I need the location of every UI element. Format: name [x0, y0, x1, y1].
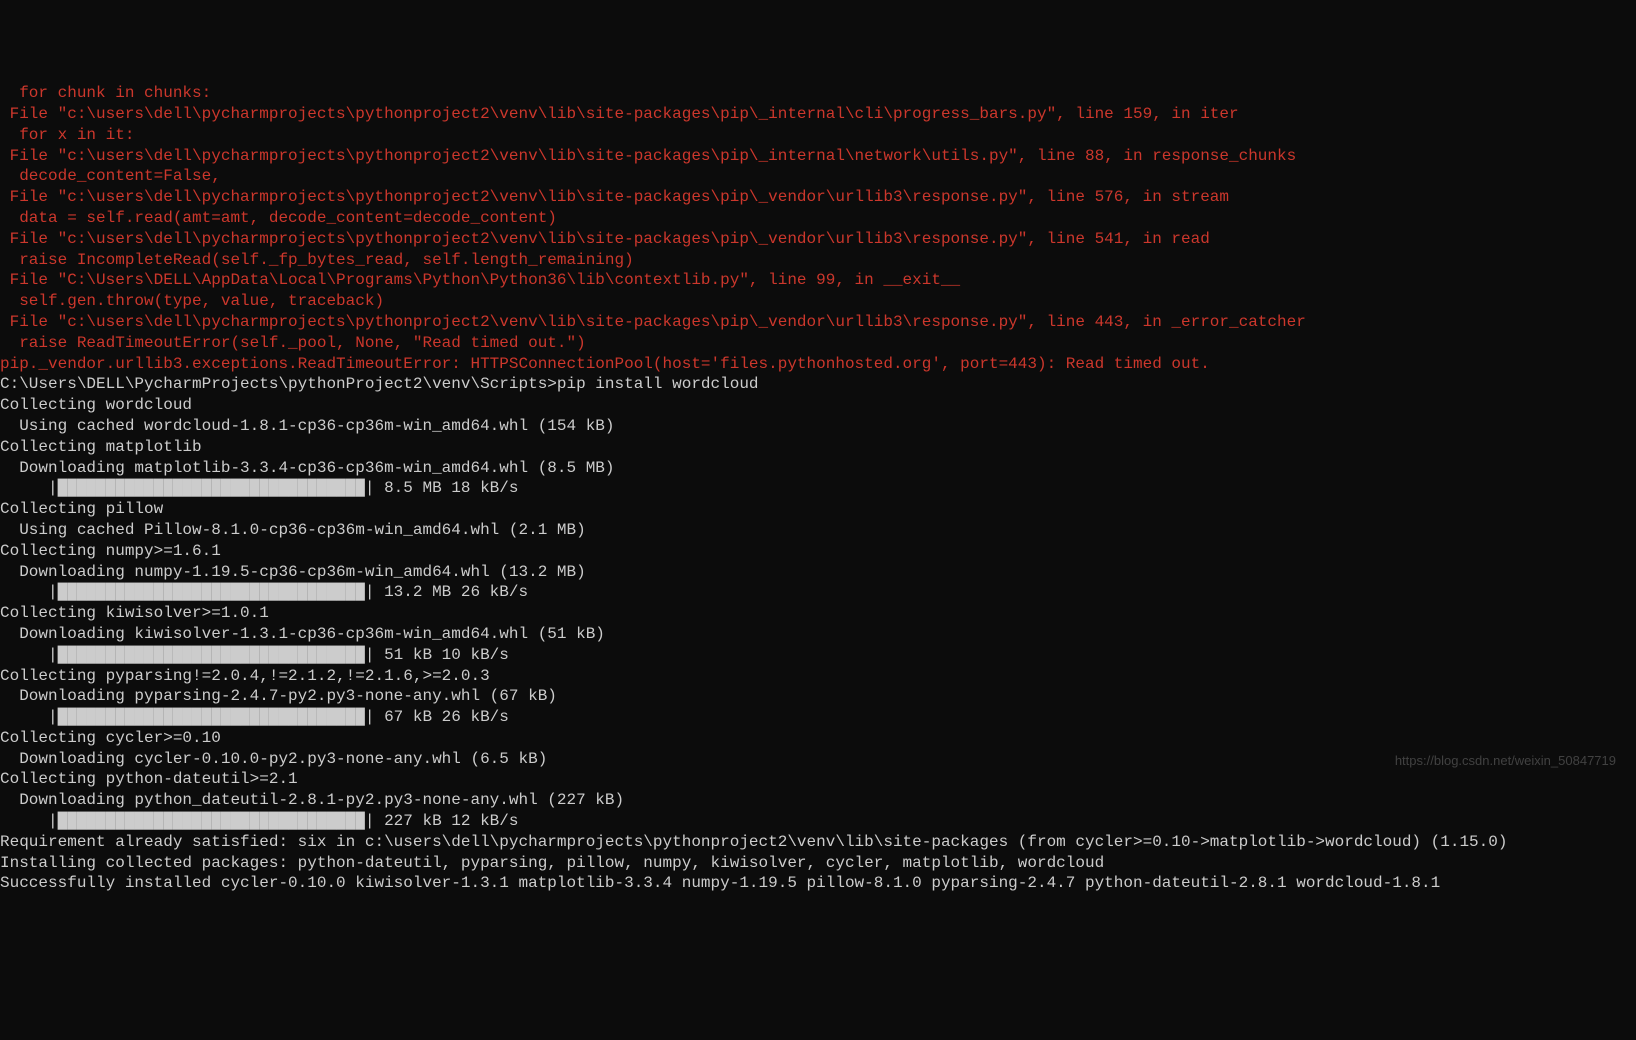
traceback-line: File "c:\users\dell\pycharmprojects\pyth… — [0, 146, 1636, 167]
traceback-line: self.gen.throw(type, value, traceback) — [0, 291, 1636, 312]
traceback-line: File "c:\users\dell\pycharmprojects\pyth… — [0, 312, 1636, 333]
pip-output-line: |████████████████████████████████| 67 kB… — [0, 707, 1636, 728]
pip-output-line: Collecting cycler>=0.10 — [0, 728, 1636, 749]
traceback-line: data = self.read(amt=amt, decode_content… — [0, 208, 1636, 229]
pip-output-line: Downloading kiwisolver-1.3.1-cp36-cp36m-… — [0, 624, 1636, 645]
pip-output-line: Collecting numpy>=1.6.1 — [0, 541, 1636, 562]
pip-output-line: Using cached Pillow-8.1.0-cp36-cp36m-win… — [0, 520, 1636, 541]
pip-output-line: Downloading matplotlib-3.3.4-cp36-cp36m-… — [0, 458, 1636, 479]
command-prompt-line: C:\Users\DELL\PycharmProjects\pythonProj… — [0, 374, 1636, 395]
traceback-line: pip._vendor.urllib3.exceptions.ReadTimeo… — [0, 354, 1636, 375]
traceback-line: File "c:\users\dell\pycharmprojects\pyth… — [0, 104, 1636, 125]
terminal-output: for chunk in chunks: File "c:\users\dell… — [0, 83, 1636, 894]
pip-output-line: |████████████████████████████████| 227 k… — [0, 811, 1636, 832]
traceback-line: raise ReadTimeoutError(self._pool, None,… — [0, 333, 1636, 354]
pip-output-line: |████████████████████████████████| 8.5 M… — [0, 478, 1636, 499]
pip-output-line: Successfully installed cycler-0.10.0 kiw… — [0, 873, 1636, 894]
traceback-line: decode_content=False, — [0, 166, 1636, 187]
pip-output-line: Downloading pyparsing-2.4.7-py2.py3-none… — [0, 686, 1636, 707]
pip-output-line: Using cached wordcloud-1.8.1-cp36-cp36m-… — [0, 416, 1636, 437]
traceback-line: File "C:\Users\DELL\AppData\Local\Progra… — [0, 270, 1636, 291]
pip-output-line: Downloading numpy-1.19.5-cp36-cp36m-win_… — [0, 562, 1636, 583]
pip-output-line: Collecting wordcloud — [0, 395, 1636, 416]
pip-output-line: Collecting pyparsing!=2.0.4,!=2.1.2,!=2.… — [0, 666, 1636, 687]
pip-output-line: Collecting pillow — [0, 499, 1636, 520]
traceback-line: raise IncompleteRead(self._fp_bytes_read… — [0, 250, 1636, 271]
traceback-line: File "c:\users\dell\pycharmprojects\pyth… — [0, 229, 1636, 250]
pip-output-line: Installing collected packages: python-da… — [0, 853, 1636, 874]
pip-output-line: |████████████████████████████████| 51 kB… — [0, 645, 1636, 666]
pip-output-line: Downloading cycler-0.10.0-py2.py3-none-a… — [0, 749, 1636, 770]
watermark-text: https://blog.csdn.net/weixin_50847719 — [1395, 753, 1616, 770]
traceback-line: for chunk in chunks: — [0, 83, 1636, 104]
traceback-line: for x in it: — [0, 125, 1636, 146]
pip-output-line: Requirement already satisfied: six in c:… — [0, 832, 1636, 853]
pip-output-line: Collecting matplotlib — [0, 437, 1636, 458]
pip-output-line: Collecting kiwisolver>=1.0.1 — [0, 603, 1636, 624]
pip-output-line: |████████████████████████████████| 13.2 … — [0, 582, 1636, 603]
traceback-line: File "c:\users\dell\pycharmprojects\pyth… — [0, 187, 1636, 208]
pip-output-line: Collecting python-dateutil>=2.1 — [0, 769, 1636, 790]
pip-output-line: Downloading python_dateutil-2.8.1-py2.py… — [0, 790, 1636, 811]
